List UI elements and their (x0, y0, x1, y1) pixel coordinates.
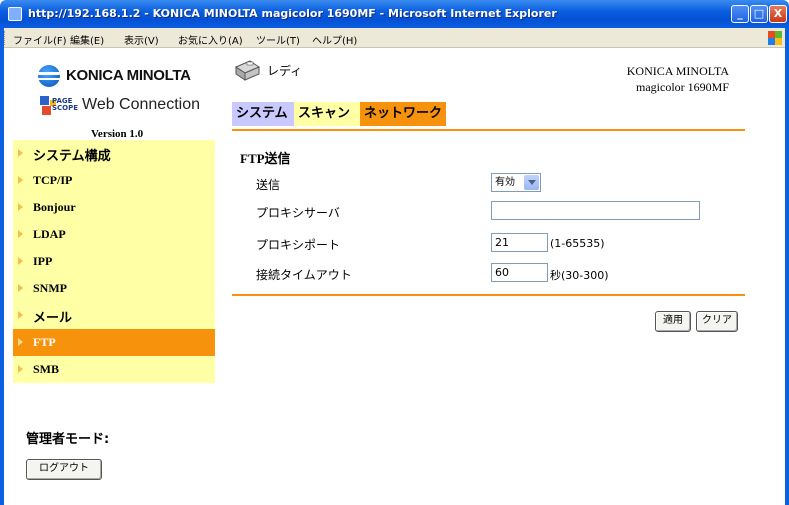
arrow-right-icon (18, 257, 23, 265)
admin-mode-label: 管理者モード: (26, 432, 110, 447)
printer-icon (234, 60, 261, 81)
proxy-server-label: プロキシサーバ (256, 206, 340, 220)
toolbar-grip (4, 31, 7, 45)
tab-network[interactable]: ネットワーク (360, 102, 446, 126)
top-divider (232, 129, 745, 131)
menu-favorites[interactable]: お気に入り(A) (178, 32, 243, 47)
sidebar-item-bonjour[interactable]: Bonjour (13, 194, 215, 221)
maximize-button[interactable]: □ (750, 5, 768, 23)
menu-help[interactable]: ヘルプ(H) (312, 32, 357, 47)
konica-globe-icon (38, 65, 60, 87)
proxy-port-hint: (1-65535) (550, 237, 605, 250)
send-label: 送信 (256, 178, 281, 192)
window-border-left (0, 28, 4, 505)
sidebar-item-ipp[interactable]: IPP (13, 248, 215, 275)
menu-edit[interactable]: 編集(E) (70, 32, 104, 47)
timeout-label: 接続タイムアウト (256, 268, 352, 282)
sidebar-item-ftp[interactable]: FTP (13, 329, 215, 356)
printer-status: レディ (267, 64, 303, 78)
windows-logo-icon (767, 30, 783, 46)
ie-page-icon (8, 7, 22, 21)
apply-button[interactable]: 適用 (655, 311, 691, 332)
chevron-down-icon[interactable] (524, 175, 539, 190)
sidebar-item-system-config[interactable]: システム構成 (13, 140, 215, 167)
arrow-right-icon (18, 311, 23, 319)
proxy-port-label: プロキシポート (256, 238, 341, 252)
version-label: Version 1.0 (91, 128, 144, 140)
proxy-server-input[interactable] (491, 201, 700, 220)
minimize-button[interactable]: _ (731, 5, 749, 23)
model-line1: KONICA MINOLTA (626, 64, 729, 78)
model-line2: magicolor 1690MF (636, 80, 729, 94)
sidebar-item-label: Bonjour (33, 200, 76, 214)
bottom-divider (232, 294, 745, 296)
sidebar-item-label: SMB (33, 362, 60, 376)
sidebar-item-label: システム構成 (33, 149, 111, 164)
menu-tools[interactable]: ツール(T) (256, 32, 300, 47)
menu-file[interactable]: ファイル(F) (13, 32, 67, 47)
proxy-port-input[interactable]: 21 (491, 233, 548, 252)
timeout-hint: 秒(30-300) (550, 269, 609, 282)
send-select-value: 有効 (495, 177, 515, 188)
arrow-right-icon (18, 176, 23, 184)
arrow-right-icon (18, 365, 23, 373)
arrow-right-icon (18, 284, 23, 292)
tab-scan[interactable]: スキャン (294, 102, 360, 126)
window-border-right (785, 28, 789, 505)
logout-button[interactable]: ログアウト (26, 459, 102, 480)
window-title: http://192.168.1.2 - KONICA MINOLTA magi… (28, 7, 557, 20)
web-connection-text: Web Connection (82, 96, 200, 113)
arrow-right-icon (18, 230, 23, 238)
sidebar-item-label: IPP (33, 254, 53, 268)
section-title: FTP送信 (240, 151, 291, 166)
timeout-input[interactable]: 60 (491, 263, 548, 282)
arrow-right-icon (18, 338, 23, 346)
window-title-bar[interactable]: http://192.168.1.2 - KONICA MINOLTA magi… (0, 0, 789, 28)
sidebar-item-label: メール (33, 311, 73, 326)
logo-text: KONICA MINOLTA (66, 67, 191, 84)
sidebar-item-label: TCP/IP (33, 173, 73, 187)
arrow-right-icon (18, 203, 23, 211)
sidebar-nav: システム構成 TCP/IP Bonjour LDAP IPP SNMP メール … (13, 140, 215, 383)
send-select[interactable]: 有効 (491, 173, 541, 192)
tab-system[interactable]: システム (232, 102, 294, 126)
sidebar-item-label: FTP (33, 335, 56, 349)
sidebar-item-mail[interactable]: メール (13, 302, 215, 329)
clear-button[interactable]: クリア (696, 311, 738, 332)
sidebar-item-ldap[interactable]: LDAP (13, 221, 215, 248)
sidebar-item-tcpip[interactable]: TCP/IP (13, 167, 215, 194)
sidebar-item-snmp[interactable]: SNMP (13, 275, 215, 302)
close-button[interactable]: X (769, 5, 787, 23)
printer-model: KONICA MINOLTA magicolor 1690MF (627, 63, 729, 95)
pagescope-small-text: PAGE SCOPE (52, 97, 79, 112)
sidebar-item-label: LDAP (33, 227, 66, 241)
sidebar-item-smb[interactable]: SMB (13, 356, 215, 383)
arrow-right-icon (18, 149, 23, 157)
menu-view[interactable]: 表示(V) (124, 32, 159, 47)
sidebar-item-label: SNMP (33, 281, 67, 295)
menu-bar: ファイル(F) 編集(E) 表示(V) お気に入り(A) ツール(T) ヘルプ(… (0, 28, 789, 48)
